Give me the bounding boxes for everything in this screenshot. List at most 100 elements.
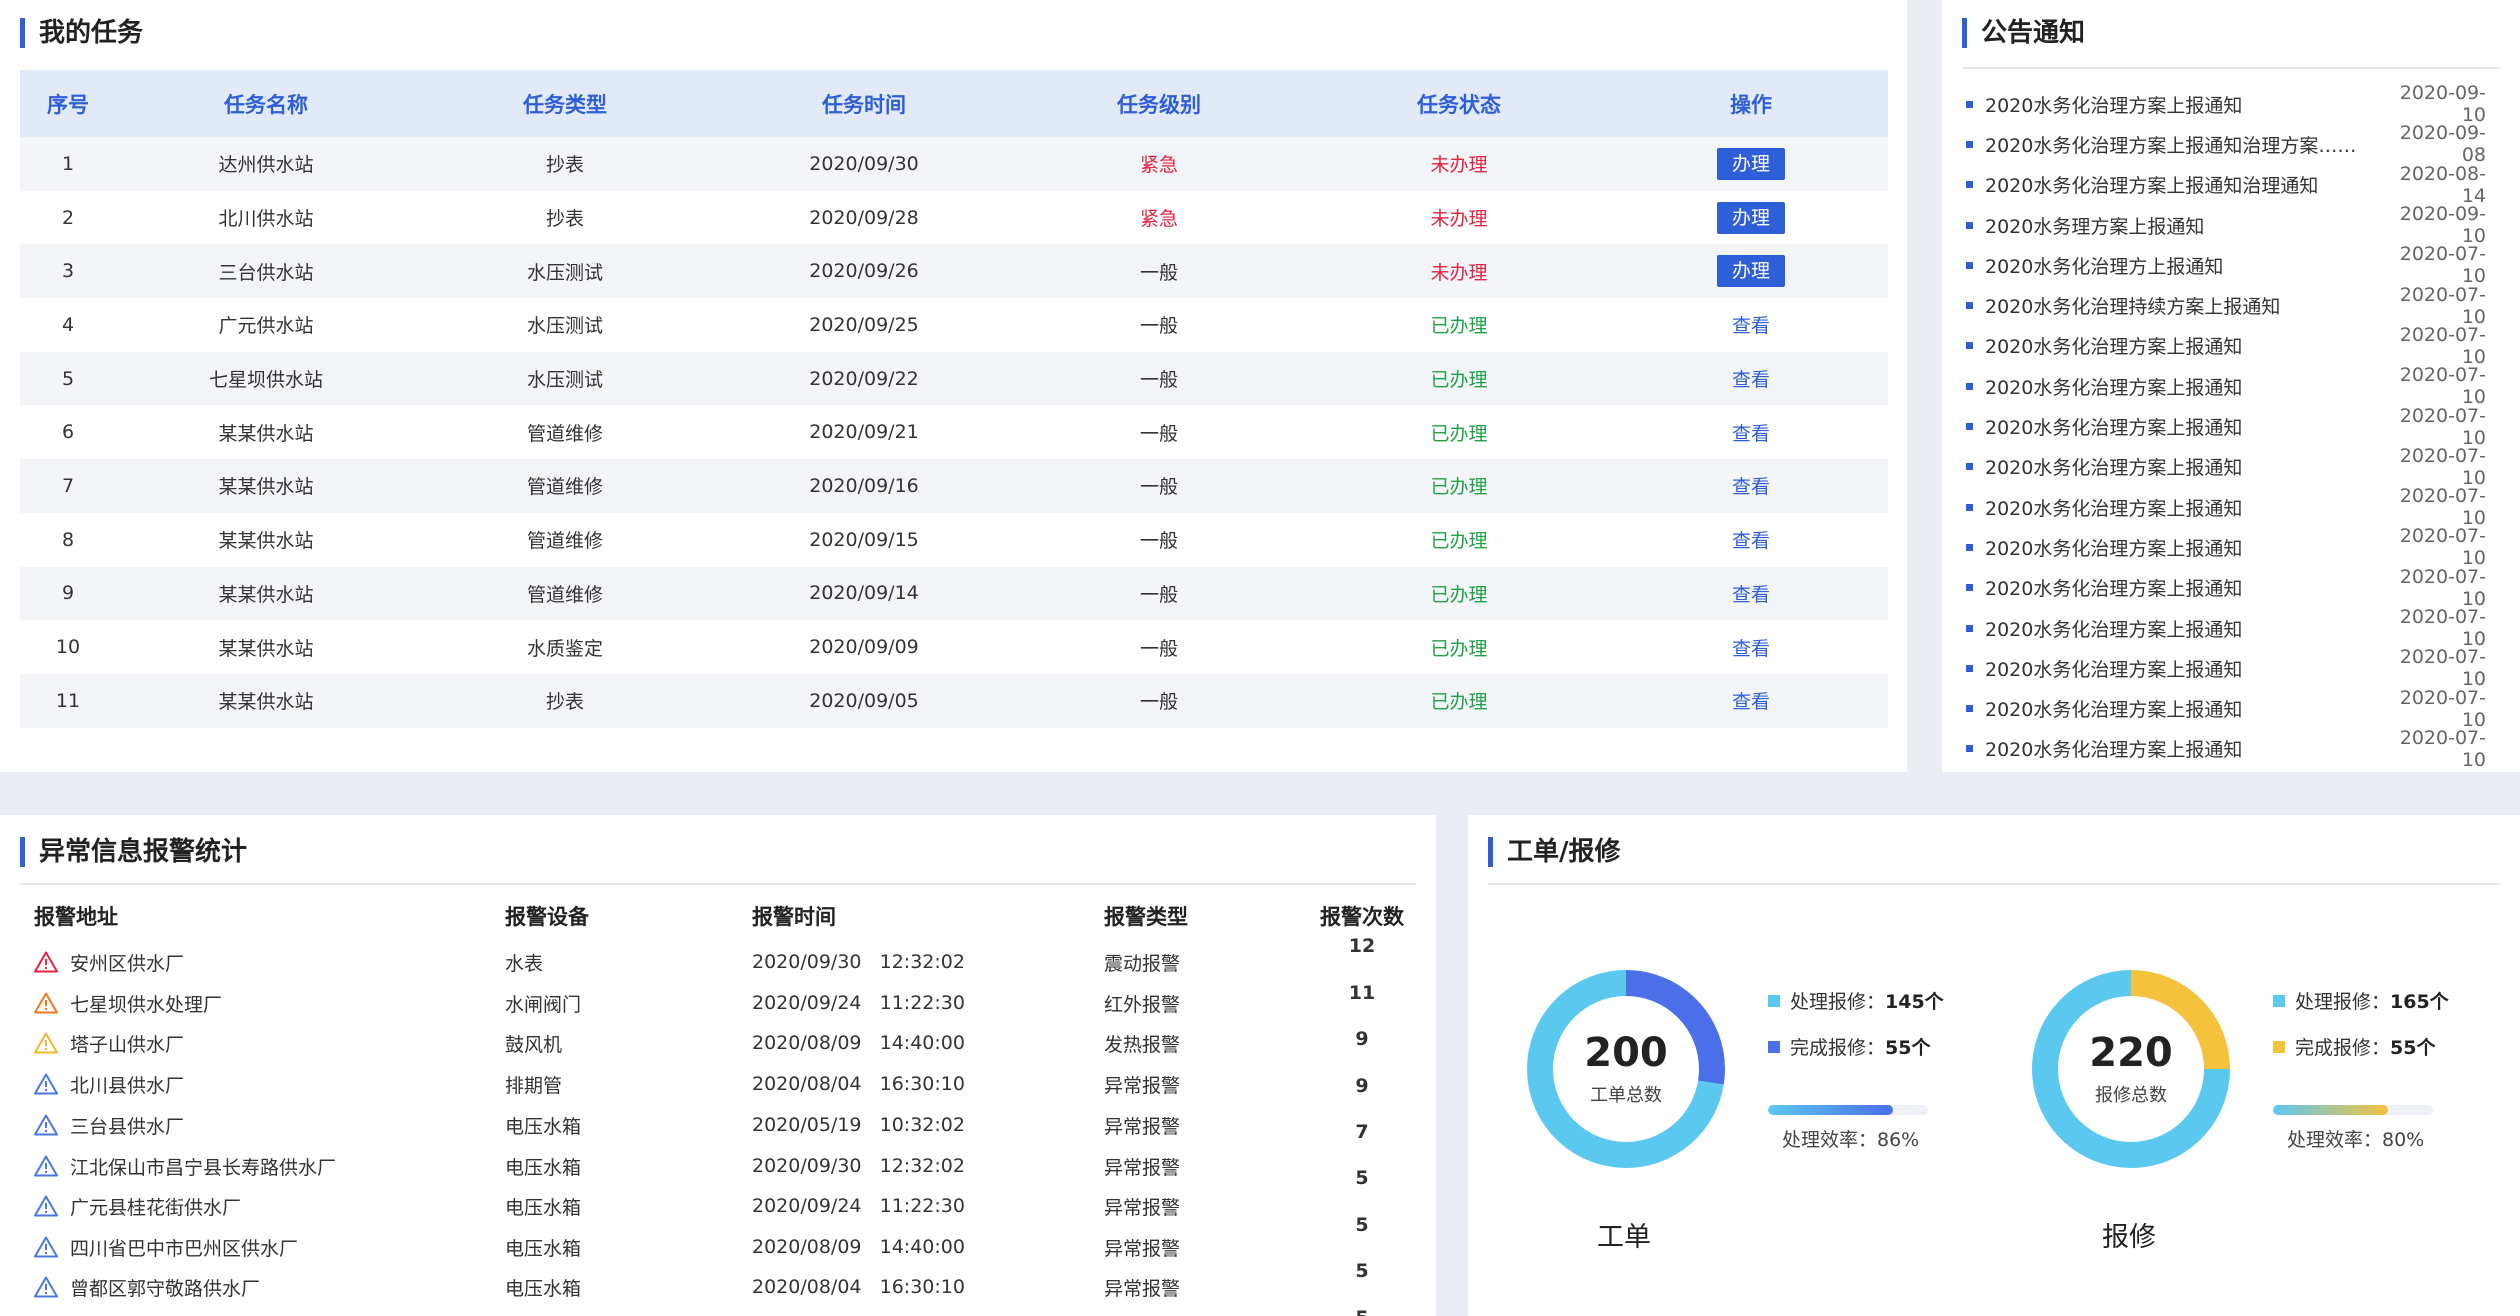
notice-title[interactable]: 2020水务化治理方案上报通知: [1985, 453, 2376, 480]
notice-item[interactable]: 2020水务化治理方案上报通知治理方案…… 2020-09-08: [1966, 122, 2486, 167]
notice-title[interactable]: 2020水务化治理方案上报通知: [1985, 574, 2376, 601]
alarm-time: 2020/08/04 16:30:10: [752, 1073, 965, 1095]
bullet-icon: [1966, 382, 1973, 390]
notice-item[interactable]: 2020水务化治理方案上报通知 2020-07-10: [1966, 364, 2486, 408]
bullet-icon: [1966, 705, 1973, 713]
col-header-alarm-type: 报警类型: [1104, 905, 1188, 929]
bullet-icon: [1966, 140, 1973, 148]
notice-item[interactable]: 2020水务化治理方案上报通知 2020-07-10: [1966, 727, 2486, 771]
task-name: 某某供水站: [218, 422, 314, 445]
notice-item[interactable]: 2020水务化治理方案上报通知治理通知 2020-08-14: [1966, 163, 2486, 207]
notice-title[interactable]: 2020水务化治理方案上报通知: [1985, 332, 2376, 359]
notice-item[interactable]: 2020水务化治理方案上报通知 2020-07-10: [1966, 444, 2486, 489]
legend-label: 处理报修：: [1790, 991, 1886, 1013]
notice-title[interactable]: 2020水务化治理方案上报通知: [1985, 655, 2376, 682]
notice-item[interactable]: 2020水务理方案上报通知 2020-09-10: [1966, 203, 2486, 247]
alarm-count: 5: [1317, 1307, 1407, 1316]
col-header-device: 报警设备: [505, 905, 589, 929]
task-time: 2020/09/28: [809, 206, 919, 229]
view-link[interactable]: 查看: [1732, 476, 1770, 498]
task-status: 未办理: [1430, 208, 1488, 231]
legend-swatch: [2273, 1040, 2285, 1053]
notice-title[interactable]: 2020水务化治理持续方案上报通知: [1985, 292, 2376, 319]
handle-button[interactable]: 办理: [1717, 147, 1785, 180]
col-header-type: 任务类型: [523, 92, 607, 117]
notice-date: 2020-07-10: [2399, 485, 2486, 530]
alarm-count: 11: [1348, 982, 1376, 1004]
notice-title[interactable]: 2020水务化治理方案上报通知治理通知: [1985, 171, 2376, 198]
bullet-icon: [1966, 745, 1973, 753]
notice-date: 2020-09-08: [2399, 122, 2486, 167]
notice-title[interactable]: 2020水务化治理方案上报通知: [1985, 413, 2376, 440]
notice-date: 2020-07-10: [2399, 243, 2486, 288]
view-link[interactable]: 查看: [1732, 315, 1770, 337]
efficiency-text: 处理效率：80%: [2287, 1129, 2425, 1151]
notice-date: 2020-07-10: [2399, 444, 2486, 489]
alarm-address: 广元县桂花街供水厂: [70, 1196, 242, 1219]
notice-item[interactable]: 2020水务化治理方案上报通知 2020-07-10: [1966, 525, 2486, 569]
notice-title[interactable]: 2020水务化治理方案上报通知: [1985, 373, 2376, 400]
notice-title[interactable]: 2020水务化治理方案上报通知治理方案……: [1985, 131, 2376, 158]
notice-item[interactable]: 2020水务化治理持续方案上报通知 2020-07-10: [1966, 284, 2486, 328]
table-row: 安州区供水厂 水表 2020/09/30 12:32:02 震动报警 12: [0, 935, 1436, 977]
alarm-type: 发热报警: [1104, 1033, 1181, 1056]
notice-item[interactable]: 2020水务化治理方案上报通知 2020-07-10: [1966, 687, 2486, 731]
alarm-address: 四川省巴中市巴州区供水厂: [70, 1237, 299, 1260]
task-type: 抄表: [545, 208, 584, 231]
notice-item[interactable]: 2020水务化治理方案上报通知 2020-07-10: [1966, 646, 2486, 690]
col-header-action: 操作: [1730, 92, 1772, 117]
bullet-icon: [1966, 261, 1973, 269]
card-label: 工单: [1597, 1222, 1651, 1253]
alarm-address-cell: 安州区供水厂: [34, 949, 184, 976]
notice-title[interactable]: 2020水务化治理方案上报通知: [1985, 494, 2376, 521]
task-level: 一般: [1139, 637, 1178, 660]
task-type: 水质鉴定: [526, 637, 603, 660]
notice-title[interactable]: 2020水务化治理方案上报通知: [1985, 735, 2376, 762]
task-no: 10: [55, 636, 81, 659]
table-row: 江北保山市昌宁县长寿路供水厂 电压水箱 2020/09/30 12:32:02 异常报…: [0, 1151, 1436, 1189]
alarm-address-cell: 曾都区郭守敬路供水厂: [34, 1274, 260, 1301]
task-time: 2020/09/05: [809, 689, 919, 712]
view-link[interactable]: 查看: [1732, 423, 1770, 445]
notice-item[interactable]: 2020水务化治理方上报通知 2020-07-10: [1966, 243, 2486, 288]
task-time: 2020/09/14: [809, 582, 919, 605]
notice-title[interactable]: 2020水务化治理方案上报通知: [1985, 695, 2376, 722]
alarm-device: 电压水箱: [505, 1277, 582, 1300]
notice-title[interactable]: 2020水务化治理方案上报通知: [1985, 534, 2376, 561]
alarm-count: 5: [1355, 1167, 1369, 1189]
task-level: 一般: [1139, 691, 1178, 714]
alarm-device: 电压水箱: [505, 1196, 582, 1219]
handle-button[interactable]: 办理: [1717, 201, 1785, 234]
notice-item[interactable]: 2020水务化治理方案上报通知 2020-07-10: [1966, 606, 2486, 650]
workorders-title: 工单/报修: [1488, 837, 1621, 867]
alarm-address: 七星坝供水处理厂: [70, 993, 223, 1016]
notice-item[interactable]: 2020水务化治理方案上报通知 2020-07-10: [1966, 324, 2486, 368]
task-level: 紧急: [1139, 154, 1178, 177]
notice-title[interactable]: 2020水务化治理方案上报通知: [1985, 615, 2376, 642]
table-row: 4 广元供水站 水压测试 2020/09/25 一般 已办理 查看: [20, 298, 1888, 352]
notice-item[interactable]: 2020水务化治理方案上报通知 2020-07-10: [1966, 485, 2486, 530]
alarm-type: 异常报警: [1104, 1074, 1181, 1097]
handle-button[interactable]: 办理: [1717, 255, 1785, 288]
notice-title[interactable]: 2020水务化治理方上报通知: [1985, 252, 2376, 279]
view-link[interactable]: 查看: [1732, 530, 1770, 552]
col-header-address: 报警地址: [34, 905, 118, 929]
notice-item[interactable]: 2020水务化治理方案上报通知 2020-07-10: [1966, 405, 2486, 449]
bullet-icon: [1966, 221, 1973, 229]
view-link[interactable]: 查看: [1732, 584, 1770, 606]
notice-title[interactable]: 2020水务化治理方案上报通知: [1985, 91, 2376, 118]
view-link[interactable]: 查看: [1732, 638, 1770, 660]
task-no: 9: [61, 582, 75, 605]
donut-total-label: 工单总数: [1590, 1085, 1662, 1106]
view-link[interactable]: 查看: [1732, 369, 1770, 391]
alarm-device: 电压水箱: [505, 1237, 582, 1260]
notice-title[interactable]: 2020水务理方案上报通知: [1985, 212, 2376, 239]
workorders-panel: 工单/报修 200 工单总数 处理报修： 145个 完成报修： 55个 处理效率：86% 工单…: [1468, 815, 2520, 1316]
task-action-cell: 查看: [1614, 580, 1888, 607]
table-row: 6 某某供水站 管道维修 2020/09/21 一般 已办理 查看: [20, 405, 1888, 459]
legend-value: 55个: [2390, 1037, 2436, 1059]
notice-item[interactable]: 2020水务化治理方案上报通知 2020-07-10: [1966, 566, 2486, 610]
alarm-type: 异常报警: [1104, 1277, 1181, 1300]
view-link[interactable]: 查看: [1732, 691, 1770, 713]
notice-item[interactable]: 2020水务化治理方案上报通知 2020-09-10: [1966, 82, 2486, 126]
